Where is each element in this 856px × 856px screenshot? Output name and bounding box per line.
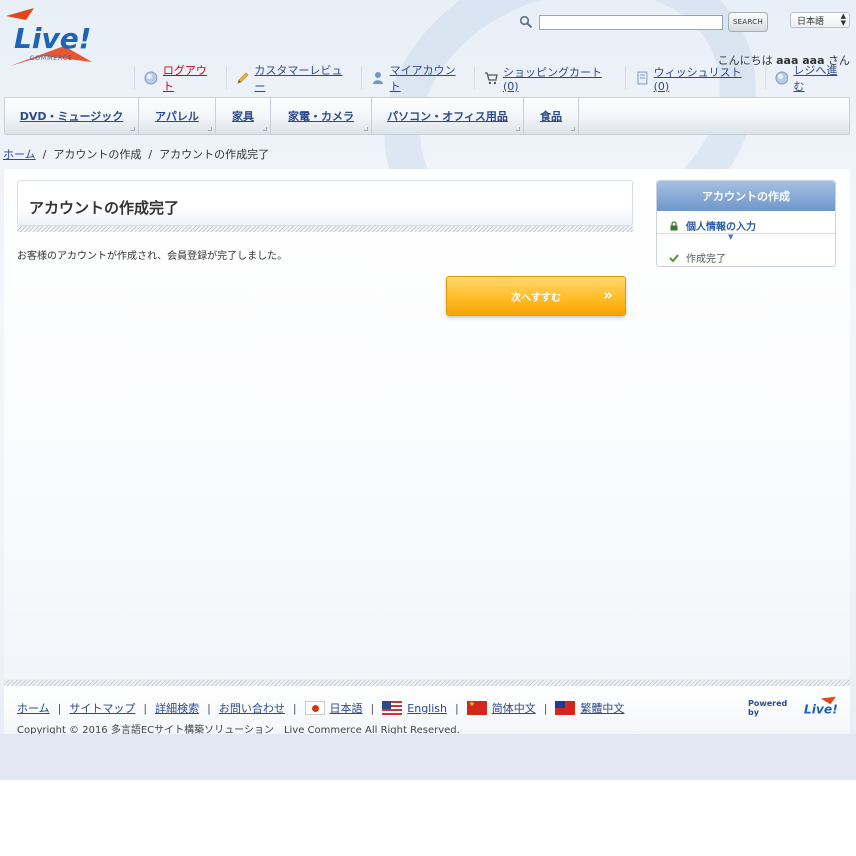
logo-subtext: COMMERCE <box>30 55 73 62</box>
step-label: 作成完了 <box>686 254 726 265</box>
footer-separator: | <box>57 701 62 715</box>
breadcrumb-account-create: アカウントの作成 <box>53 148 142 161</box>
step-down-arrow-icon: ▼ <box>728 233 734 241</box>
category-dvd-music[interactable]: DVD・ミュージック <box>5 98 139 134</box>
step-complete: 作成完了 <box>669 250 726 265</box>
page-title: アカウントの作成完了 <box>29 199 180 217</box>
double-chevron-right-icon: » <box>603 286 613 304</box>
search-area: SEARCH <box>519 11 768 33</box>
footer-link-sitemap[interactable]: サイトマップ <box>69 700 135 716</box>
logo-wordmark: Live! <box>14 22 91 55</box>
checkmark-icon <box>669 253 679 262</box>
category-furniture[interactable]: 家具 <box>216 98 271 134</box>
nav-my-account-label[interactable]: マイアカウント <box>390 62 466 94</box>
footer-separator: | <box>455 701 459 715</box>
user-icon <box>372 72 383 84</box>
footer-link-contact[interactable]: お問い合わせ <box>219 700 285 716</box>
footer-separator: | <box>543 701 548 715</box>
footer-lang-simplified-chinese[interactable]: 简体中文 <box>492 700 536 716</box>
nav-logout-label[interactable]: ログアウト <box>163 62 218 94</box>
breadcrumb-current: アカウントの作成完了 <box>159 148 270 161</box>
nav-reviews[interactable]: カスタマーレビュー <box>225 64 361 93</box>
footer-link-advanced-search[interactable]: 詳細検索 <box>155 700 199 716</box>
resize-grip <box>208 127 212 131</box>
nav-wishlist-label[interactable]: ウィッシュリスト(0) <box>654 64 757 93</box>
category-label[interactable]: 家具 <box>232 108 254 124</box>
china-flag-icon <box>466 700 487 715</box>
small-logo-wordmark: Live! <box>804 703 838 717</box>
nav-checkout-label[interactable]: レジへ進む <box>793 62 848 94</box>
step-divider <box>657 233 835 234</box>
live-commerce-logo[interactable]: Live! COMMERCE <box>4 6 94 68</box>
nav-cart[interactable]: ショッピングカート(0) <box>474 66 625 93</box>
cart-icon <box>485 72 498 85</box>
language-select-value: 日本語 <box>797 16 825 27</box>
category-food[interactable]: 食品 <box>524 98 579 134</box>
resize-grip <box>571 127 575 131</box>
title-divider <box>17 226 633 232</box>
powered-by-label: Powered by <box>748 699 788 717</box>
next-button-label: 次へすすむ <box>511 292 561 304</box>
step-label: 個人情報の入力 <box>686 222 756 233</box>
nav-wishlist[interactable]: ウィッシュリスト(0) <box>624 66 765 93</box>
search-input[interactable] <box>539 14 723 30</box>
footer-links: ホーム | サイトマップ | 詳細検索 | お問い合わせ | 日本語 | Eng… <box>17 698 624 718</box>
select-arrows-icon: ▲ ▼ <box>840 12 846 27</box>
category-label[interactable]: パソコン・オフィス用品 <box>387 108 508 124</box>
breadcrumb-separator: / <box>148 148 153 161</box>
japan-flag-icon <box>304 701 325 715</box>
steps-panel-title: アカウントの作成 <box>657 181 835 211</box>
resize-grip <box>131 127 135 131</box>
breadcrumb: ホーム / アカウントの作成 / アカウントの作成完了 <box>3 146 269 162</box>
next-button[interactable]: 次へすすむ » <box>446 276 626 316</box>
notebook-icon <box>637 71 648 85</box>
globe-icon <box>774 71 788 85</box>
footer-lang-traditional-chinese[interactable]: 繁體中文 <box>580 700 624 716</box>
magnifier-icon <box>519 15 533 29</box>
breadcrumb-home[interactable]: ホーム <box>3 148 36 161</box>
account-steps-panel: アカウントの作成 個人情報の入力 ▼ 作成完了 <box>656 180 836 267</box>
category-pc-office[interactable]: パソコン・オフィス用品 <box>372 98 524 134</box>
us-flag-icon <box>382 701 403 715</box>
footer-link-home[interactable]: ホーム <box>17 700 50 716</box>
breadcrumb-separator: / <box>42 148 47 161</box>
resize-grip <box>516 127 520 131</box>
search-button[interactable]: SEARCH <box>728 12 768 32</box>
resize-grip <box>364 127 368 131</box>
footer-separator: | <box>292 701 297 715</box>
live-commerce-small-logo: Live! <box>804 696 838 717</box>
category-label[interactable]: 家電・カメラ <box>288 108 354 124</box>
footer-separator: | <box>370 701 375 715</box>
category-bar: DVD・ミュージック アパレル 家具 家電・カメラ パソコン・オフィス用品 食品 <box>4 97 850 135</box>
taiwan-flag-icon <box>555 701 576 715</box>
nav-reviews-label[interactable]: カスタマーレビュー <box>254 62 352 94</box>
footer-lang-english[interactable]: English <box>407 702 447 715</box>
powered-by-badge[interactable]: Powered by Live! <box>748 696 838 720</box>
category-label[interactable]: 食品 <box>540 108 562 124</box>
footer-separator: | <box>143 701 148 715</box>
category-electronics-camera[interactable]: 家電・カメラ <box>271 98 372 134</box>
category-label[interactable]: アパレル <box>155 108 199 124</box>
account-nav: ログアウト カスタマーレビュー マイアカウント ショッピングカート(0) ウィッ… <box>134 64 856 93</box>
footer-separator: | <box>207 701 211 715</box>
resize-grip <box>263 127 267 131</box>
category-label[interactable]: DVD・ミュージック <box>20 108 124 124</box>
nav-logout[interactable]: ログアウト <box>134 64 226 93</box>
category-apparel[interactable]: アパレル <box>139 98 216 134</box>
nav-checkout[interactable]: レジへ進む <box>764 64 856 93</box>
page-title-box: アカウントの作成完了 <box>17 180 633 226</box>
nav-my-account[interactable]: マイアカウント <box>360 64 474 93</box>
nav-cart-label[interactable]: ショッピングカート(0) <box>503 64 617 93</box>
globe-icon <box>144 71 158 85</box>
completion-message: お客様のアカウントが作成され、会員登録が完了しました。 <box>17 251 288 262</box>
footer-lang-japanese[interactable]: 日本語 <box>330 700 363 716</box>
lock-icon <box>670 220 678 230</box>
language-select[interactable]: 日本語 ▲ ▼ <box>790 12 850 28</box>
step-personal-info: 個人情報の入力 <box>669 218 756 233</box>
pencil-icon <box>237 72 248 84</box>
bottom-strip <box>0 734 856 780</box>
